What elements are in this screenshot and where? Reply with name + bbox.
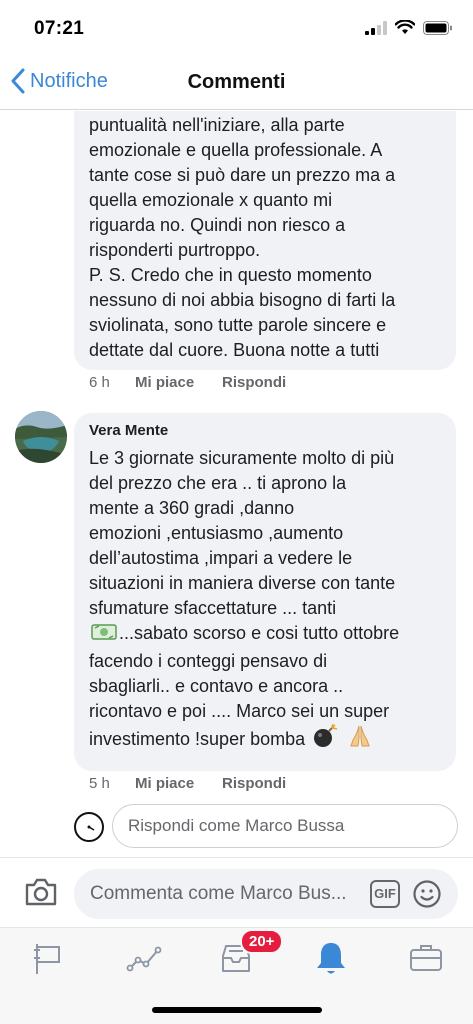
money-icon xyxy=(91,622,117,649)
reply-input[interactable]: Rispondi come Marco Bussa xyxy=(112,804,458,848)
comment-text-part: ...sabato scorso e cosi tutto ottobre xyxy=(119,623,400,643)
back-button-label: Notifiche xyxy=(30,69,108,92)
flag-icon xyxy=(34,944,60,974)
camera-icon[interactable] xyxy=(24,877,58,907)
wifi-icon xyxy=(395,20,415,34)
comment-input-placeholder: Commenta come Marco Bus... xyxy=(90,883,347,904)
status-time: 07:21 xyxy=(34,18,85,39)
comment-actions: 5 h Mi piace Rispondi xyxy=(89,775,286,792)
comments-list[interactable]: puntualità nell'iniziare, alla parte emo… xyxy=(0,111,473,857)
briefcase-icon xyxy=(410,945,442,971)
reply-button[interactable]: Rispondi xyxy=(222,374,286,391)
comment-text-part: facendo i conteggi pensavo di sbagliarli… xyxy=(89,651,390,721)
bomb-icon xyxy=(312,723,338,755)
avatar[interactable] xyxy=(15,411,67,463)
reply-row: Rispondi come Marco Bussa xyxy=(72,804,460,850)
back-button[interactable]: Notifiche xyxy=(10,68,108,94)
user-avatar xyxy=(74,812,104,842)
comment-bubble: Vera Mente Le 3 giornate sicuramente mol… xyxy=(74,413,456,771)
notifications-badge: 20+ xyxy=(240,929,284,954)
chevron-left-icon xyxy=(11,68,25,94)
tab-insights[interactable] xyxy=(124,938,164,978)
reply-button[interactable]: Rispondi xyxy=(222,775,286,792)
home-indicator[interactable] xyxy=(152,1007,322,1013)
comment-text: puntualità nell'iniziare, alla parte emo… xyxy=(89,115,396,360)
status-icons xyxy=(365,20,453,35)
bell-icon xyxy=(317,943,345,974)
tab-notifications[interactable] xyxy=(311,938,351,978)
navigation-bar: Notifiche Commenti xyxy=(0,58,473,110)
comment-input[interactable]: Commenta come Marco Bus... GIF xyxy=(74,869,458,919)
battery-icon xyxy=(423,20,452,35)
chart-line-icon xyxy=(126,946,162,972)
comment-time: 5 h xyxy=(89,775,110,792)
tab-tools[interactable] xyxy=(406,938,446,978)
tab-pages[interactable] xyxy=(28,938,68,978)
emoji-icon[interactable] xyxy=(412,879,442,909)
like-button[interactable]: Mi piace xyxy=(135,775,222,792)
comment-composer: Commenta come Marco Bus... GIF xyxy=(0,857,473,927)
comment-actions: 6 h Mi piace Rispondi xyxy=(89,374,286,391)
comment-text-part: investimento !super bomba xyxy=(89,729,306,749)
comment-time: 6 h xyxy=(89,374,110,391)
comment-author[interactable]: Vera Mente xyxy=(89,422,168,439)
gif-button[interactable]: GIF xyxy=(370,880,400,908)
comment-text-part: Le 3 giornate sicuramente molto di più d… xyxy=(89,448,396,618)
like-button[interactable]: Mi piace xyxy=(135,374,222,391)
comment-bubble: puntualità nell'iniziare, alla parte emo… xyxy=(74,111,456,370)
signal-icon xyxy=(365,20,387,35)
status-bar: 07:21 xyxy=(0,0,473,58)
comment-text: Le 3 giornate sicuramente molto di più d… xyxy=(89,446,399,755)
praying-hands-icon xyxy=(347,724,373,755)
